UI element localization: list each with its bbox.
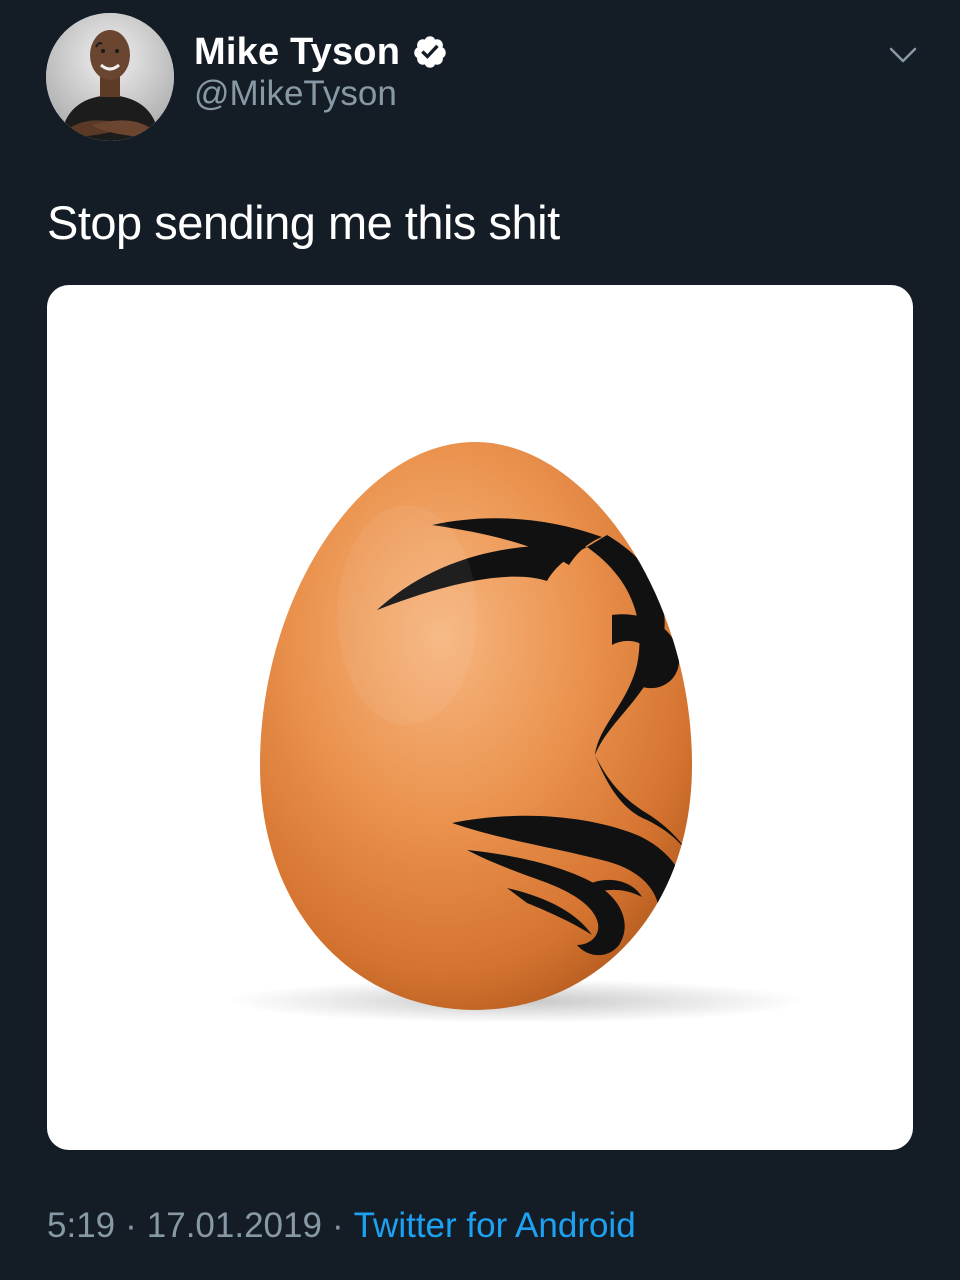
- chevron-down-icon: [889, 47, 917, 63]
- tweet-date[interactable]: 17.01.2019: [147, 1206, 322, 1245]
- author-handle[interactable]: @MikeTyson: [194, 74, 397, 114]
- tweet-menu-button[interactable]: [886, 42, 920, 68]
- tweet: Mike Tyson @MikeTyson Stop sending me th…: [0, 0, 960, 1280]
- avatar[interactable]: [46, 13, 174, 141]
- egg-with-tribal-tattoo-photo-icon: [227, 442, 807, 1023]
- author-name-row: Mike Tyson: [194, 28, 448, 76]
- meta-separator: ·: [125, 1206, 137, 1245]
- tweet-time[interactable]: 5:19: [47, 1206, 115, 1245]
- tweet-media-image[interactable]: [47, 285, 913, 1150]
- tweet-text: Stop sending me this shit: [47, 196, 560, 249]
- profile-photo-icon: [46, 13, 174, 141]
- tweet-meta: 5:19 · 17.01.2019 · Twitter for Android: [47, 1206, 636, 1246]
- tweet-source-link[interactable]: Twitter for Android: [354, 1206, 636, 1245]
- verified-badge-icon: [414, 36, 446, 68]
- author-display-name[interactable]: Mike Tyson: [194, 31, 400, 74]
- meta-separator-2: ·: [331, 1206, 344, 1245]
